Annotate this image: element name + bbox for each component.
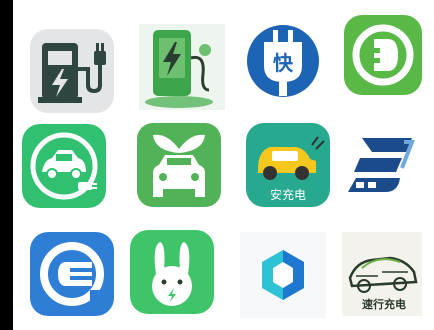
fast-charge-plug-icon[interactable]: 快 <box>240 18 326 104</box>
blue-s-logo-icon[interactable] <box>342 118 422 212</box>
eco-car-leaves-icon[interactable] <box>137 123 221 207</box>
green-plug-circle-icon[interactable] <box>344 15 422 95</box>
yellow-car-icon[interactable]: 安充电 <box>246 123 330 207</box>
green-charger-icon[interactable] <box>139 24 225 110</box>
charging-station-icon[interactable] <box>30 29 114 113</box>
sketch-car-label: 速行充电 <box>362 297 406 311</box>
blue-e-plug-icon[interactable] <box>30 232 114 316</box>
car-plug-circle-icon[interactable] <box>22 124 106 208</box>
sketch-car-icon[interactable]: 速行充电 <box>342 232 422 316</box>
yellow-car-label: 安充电 <box>270 187 306 202</box>
rabbit-icon[interactable] <box>130 230 214 314</box>
fast-charge-label: 快 <box>273 51 294 75</box>
hexagon-logo-icon[interactable] <box>240 232 326 318</box>
